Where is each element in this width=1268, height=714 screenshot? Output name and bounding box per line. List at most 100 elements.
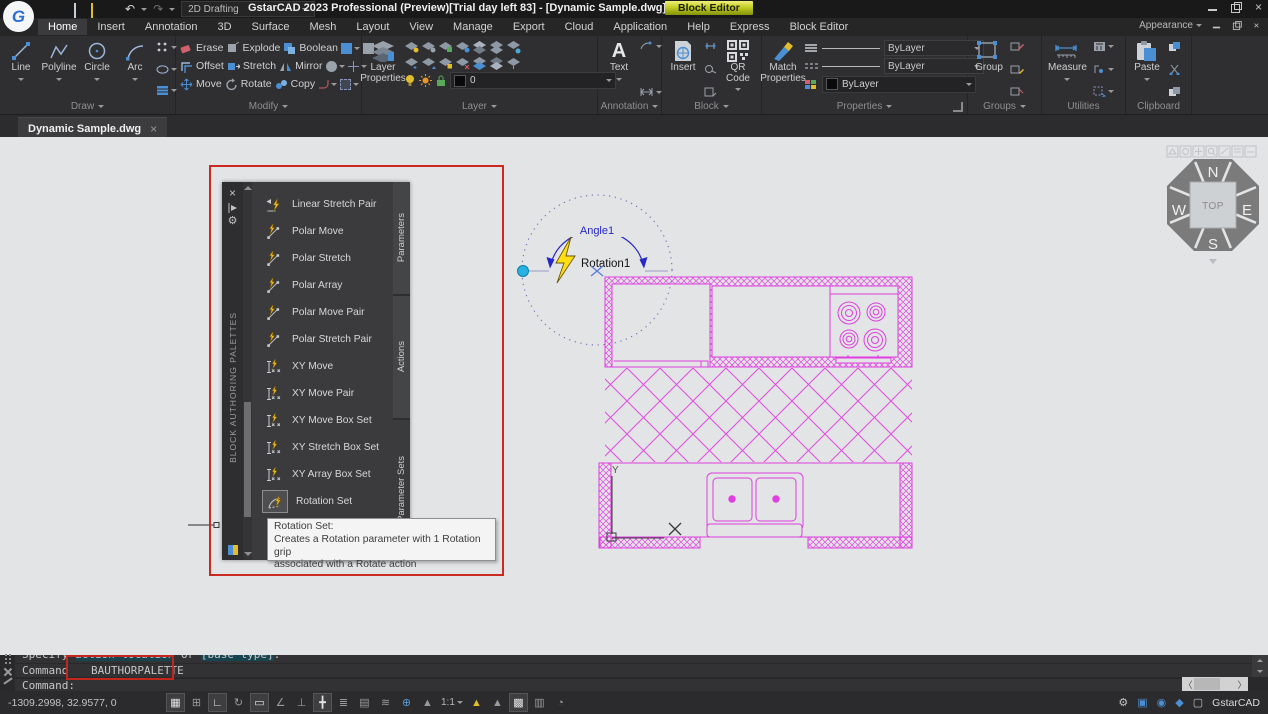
palette-autohide-icon[interactable] <box>227 202 239 214</box>
palette-item-polar-move[interactable]: Polar Move <box>252 218 393 245</box>
layer-tool-icon[interactable] <box>489 56 504 70</box>
palette-scrollbar[interactable] <box>243 182 252 560</box>
palette-item-xy-stretch-box-set[interactable]: XY Stretch Box Set <box>252 434 393 461</box>
block-edit-icon[interactable] <box>704 64 717 74</box>
layer-lock-icon[interactable] <box>435 75 447 87</box>
arc-button[interactable]: Arc <box>118 39 152 99</box>
color-select[interactable]: ByLayer <box>822 76 976 93</box>
viewcube-north-label[interactable]: N <box>1208 164 1219 181</box>
command-close-icon[interactable] <box>3 667 12 676</box>
scrollbar-thumb[interactable] <box>244 402 251 517</box>
leader-tools-button[interactable] <box>640 87 662 97</box>
layer-on-bulb-icon[interactable] <box>404 74 416 87</box>
modify-extra-icon[interactable] <box>326 61 345 72</box>
command-input-line[interactable]: Command: <box>15 678 1252 691</box>
lineweight-icon[interactable]: ≣ <box>334 693 353 712</box>
modify-extra-icon[interactable] <box>340 79 359 90</box>
palette-item-linear-stretch-pair[interactable]: Linear Stretch Pair <box>252 191 393 218</box>
drawing-canvas[interactable]: Y Angle1 Rota <box>0 137 1268 655</box>
redo-icon[interactable]: ↷ <box>153 3 163 15</box>
layer-tool-icon[interactable] <box>506 40 521 54</box>
palette-close-icon[interactable]: × <box>229 186 236 202</box>
hatch-pattern-icon[interactable]: ▩ <box>509 693 528 712</box>
feedback-icon[interactable]: ◆ <box>1175 696 1183 709</box>
tab-surface[interactable]: Surface <box>242 19 300 35</box>
stretch-button[interactable]: Stretch <box>227 60 276 73</box>
dynamic-input-icon[interactable]: ▭ <box>250 693 269 712</box>
hatch-tools-button[interactable] <box>156 84 177 97</box>
move-button[interactable]: Move <box>180 78 222 91</box>
qr-code-button[interactable]: QR Code <box>721 39 755 99</box>
tab-3d[interactable]: 3D <box>207 19 241 35</box>
palette-item-polar-stretch[interactable]: Polar Stretch <box>252 245 393 272</box>
ortho-icon[interactable]: ∟ <box>208 693 227 712</box>
erase-button[interactable]: Erase <box>180 42 223 55</box>
quick-calc-icon[interactable] <box>1093 41 1114 52</box>
layer-tool-icon[interactable] <box>421 56 436 70</box>
copy-button[interactable]: Copy <box>275 78 316 91</box>
minimize-button[interactable] <box>1207 2 1218 13</box>
scroll-down-icon[interactable] <box>1257 670 1263 676</box>
layer-tool-icon[interactable] <box>455 56 470 70</box>
ribbon-minimize-button[interactable] <box>1212 21 1221 30</box>
mirror-button[interactable]: Mirror <box>279 60 322 73</box>
scroll-right-icon[interactable]: 〉 <box>1236 678 1248 691</box>
id-point-icon[interactable] <box>1093 64 1114 75</box>
palette-item-rotation-set[interactable]: Rotation Set <box>252 488 393 515</box>
annotation-scale-value[interactable]: 1:1 <box>439 697 465 708</box>
panel-label-utilities[interactable]: Utilities <box>1042 99 1125 114</box>
tab-mesh[interactable]: Mesh <box>299 19 346 35</box>
tab-help[interactable]: Help <box>677 19 720 35</box>
zoom-icon[interactable]: ⊕ <box>397 693 416 712</box>
isolate-objects-icon[interactable]: ≋ <box>376 693 395 712</box>
palette-item-xy-move-pair[interactable]: XY Move Pair <box>252 380 393 407</box>
modify-extra-icon[interactable] <box>341 43 360 54</box>
boolean-button[interactable]: Boolean <box>283 42 338 55</box>
viewcube-south-label[interactable]: S <box>1208 236 1218 253</box>
undo-dropdown-icon[interactable] <box>141 8 147 14</box>
layer-tool-icon[interactable] <box>438 40 453 54</box>
layer-tool-icon[interactable] <box>506 56 521 70</box>
layer-tool-icon[interactable] <box>404 56 419 70</box>
tab-annotation[interactable]: Annotation <box>135 19 208 35</box>
cut-clip-icon[interactable] <box>1168 64 1181 75</box>
canvas-horizontal-scrollbar[interactable]: 〈 〉 <box>1182 677 1248 691</box>
layer-tool-icon[interactable] <box>472 40 487 54</box>
clean-screen-icon[interactable]: ▢ <box>1193 696 1203 709</box>
circle-button[interactable]: Circle <box>80 39 114 99</box>
calculator-icon[interactable]: ▥ <box>530 693 549 712</box>
restore-button[interactable] <box>1230 2 1241 13</box>
appearance-menu[interactable]: Appearance <box>1139 20 1202 31</box>
scroll-up-icon[interactable] <box>244 182 252 190</box>
tab-express[interactable]: Express <box>720 19 780 35</box>
tab-view[interactable]: View <box>399 19 443 35</box>
tips-bulb-icon[interactable]: ◉ <box>1157 696 1167 709</box>
tab-insert[interactable]: Insert <box>87 19 135 35</box>
layer-freeze-sun-icon[interactable] <box>419 74 432 87</box>
panel-label-groups[interactable]: Groups <box>968 99 1041 114</box>
scrollbar-thumb[interactable] <box>1194 678 1220 690</box>
palette-item-xy-array-box-set[interactable]: XY Array Box Set <box>252 461 393 488</box>
text-button[interactable]: A Text <box>602 39 636 99</box>
rotation-label[interactable]: Rotation1 <box>581 258 630 270</box>
layer-tool-icon[interactable] <box>404 40 419 54</box>
snap-icon[interactable]: ▦ <box>166 693 185 712</box>
clock-icon[interactable]: ◔ <box>551 693 570 712</box>
panel-label-clipboard[interactable]: Clipboard <box>1126 99 1191 114</box>
viewcube-menu-chevron-icon[interactable] <box>1209 259 1217 264</box>
modify-extra-icon[interactable] <box>318 79 337 90</box>
layer-tool-icon[interactable] <box>421 40 436 54</box>
measure-button[interactable]: Measure <box>1046 39 1089 99</box>
close-button[interactable]: × <box>1253 2 1264 13</box>
document-tab[interactable]: Dynamic Sample.dwg × <box>18 117 167 139</box>
palette-item-xy-move-box-set[interactable]: XY Move Box Set <box>252 407 393 434</box>
point-tools-button[interactable] <box>156 41 177 54</box>
palette-item-polar-array[interactable]: Polar Array <box>252 272 393 299</box>
angle-icon[interactable]: ∠ <box>271 693 290 712</box>
tab-block-editor[interactable]: Block Editor <box>780 19 859 35</box>
palette-grid-icon[interactable] <box>228 545 238 555</box>
tab-layout[interactable]: Layout <box>346 19 399 35</box>
group-button[interactable]: Group <box>972 39 1006 99</box>
otrack-icon[interactable]: ╋ <box>313 693 332 712</box>
layer-properties-button[interactable]: Layer Properties <box>366 39 400 99</box>
